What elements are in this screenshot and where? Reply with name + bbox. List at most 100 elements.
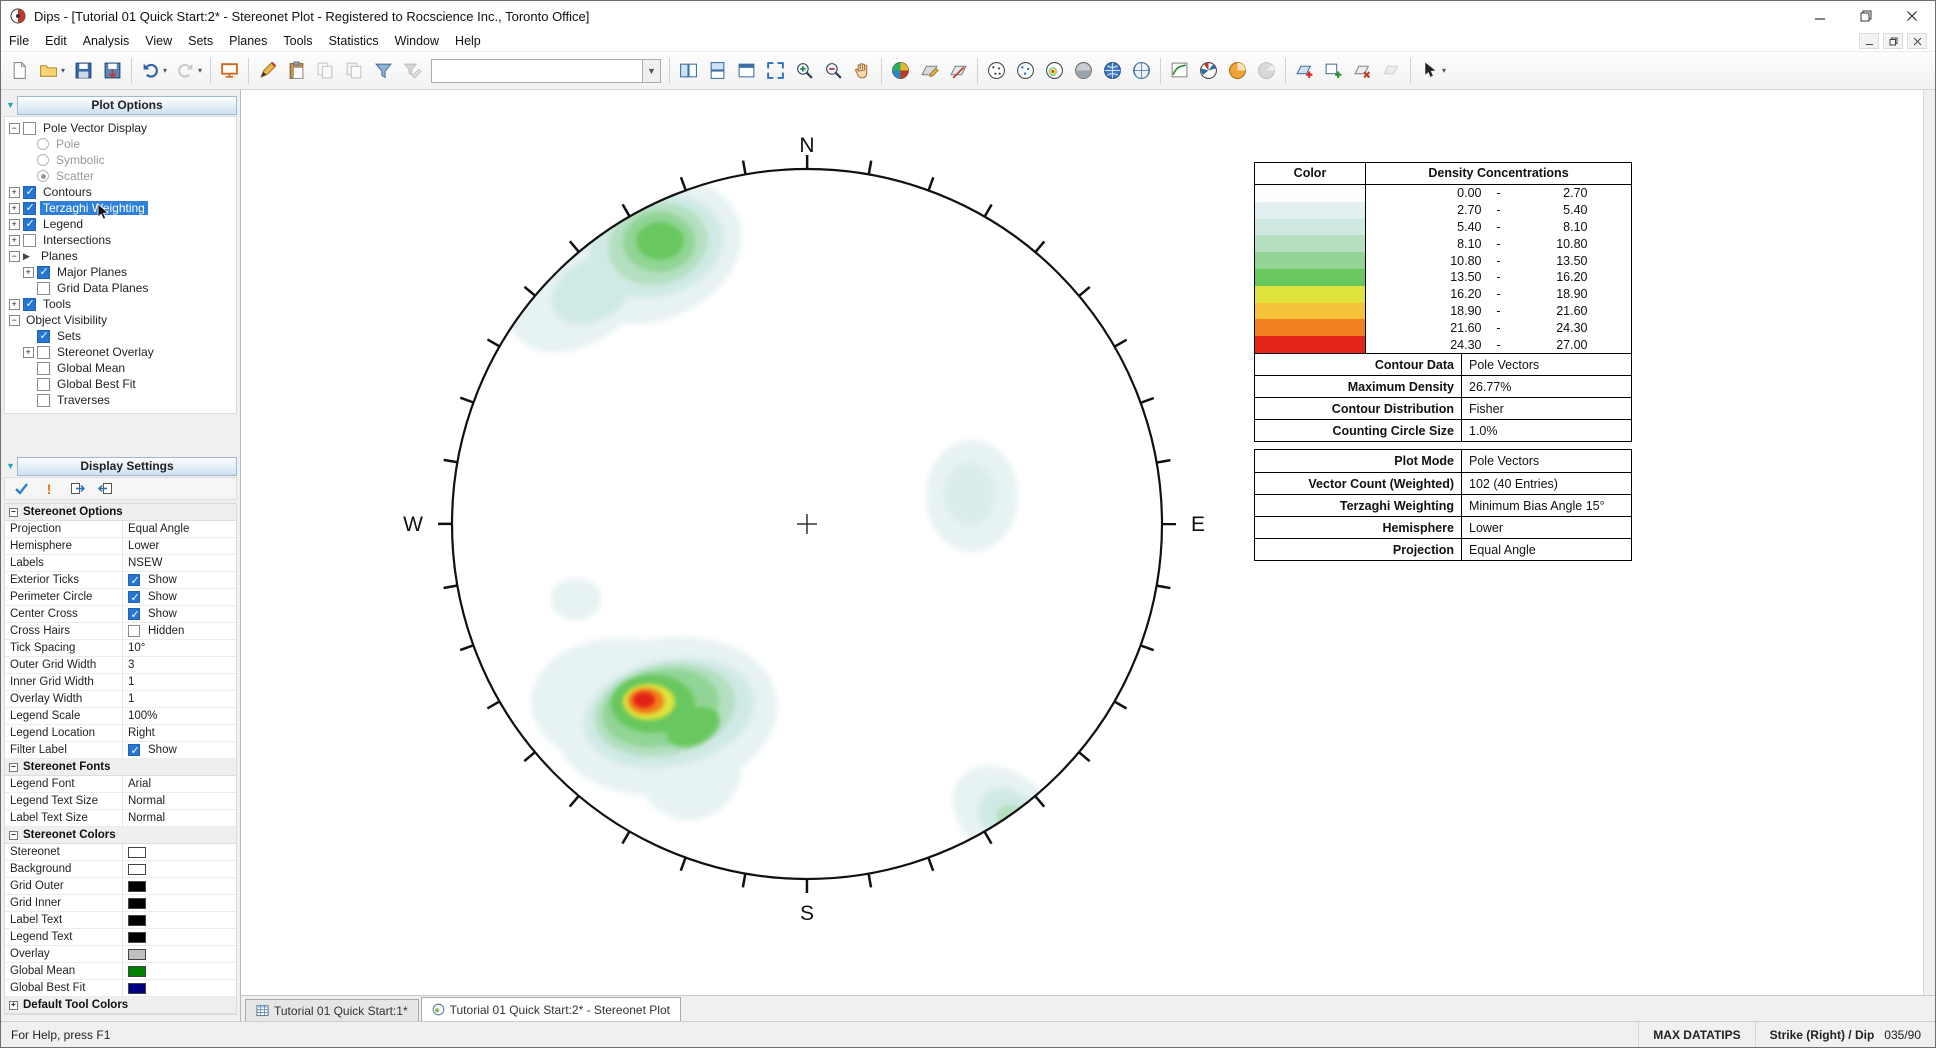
checkbox[interactable] xyxy=(37,393,50,407)
expander-icon[interactable] xyxy=(23,346,34,358)
pie-chart-button[interactable] xyxy=(1223,56,1252,85)
undo-dropdown-arrow[interactable]: ▾ xyxy=(163,66,171,75)
menu-sets[interactable]: Sets xyxy=(180,33,221,49)
zoom-out-button[interactable] xyxy=(819,56,848,85)
menu-edit[interactable]: Edit xyxy=(37,33,75,49)
checkbox[interactable] xyxy=(23,233,36,247)
tree-item-global-mean[interactable]: Global Mean xyxy=(9,360,236,376)
rosette-plot-button[interactable] xyxy=(1194,56,1223,85)
prop-row-stereonet-color[interactable]: Stereonet xyxy=(5,844,236,861)
radio-button[interactable] xyxy=(37,138,49,150)
checkbox[interactable] xyxy=(23,201,36,215)
open-dropdown-arrow[interactable]: ▾ xyxy=(61,66,69,75)
expander-icon[interactable] xyxy=(23,266,34,278)
prop-row-global-mean-color[interactable]: Global Mean xyxy=(5,963,236,980)
color-swatch[interactable] xyxy=(128,965,146,977)
prop-section-stereonet-fonts[interactable]: Stereonet Fonts xyxy=(5,759,236,776)
symbol-filter-combo[interactable]: ▼ xyxy=(431,58,661,83)
mdi-minimize-button[interactable] xyxy=(1859,33,1879,49)
new-view-button[interactable] xyxy=(732,56,761,85)
prop-row-global-best-fit-color[interactable]: Global Best Fit xyxy=(5,980,236,997)
tree-item-global-best-fit[interactable]: Global Best Fit xyxy=(9,376,236,392)
prop-row-center-cross[interactable]: Center CrossShow xyxy=(5,606,236,623)
add-window-button[interactable] xyxy=(1319,56,1348,85)
color-swatch[interactable] xyxy=(128,880,146,892)
prop-row-legend-scale[interactable]: Legend Scale 100% xyxy=(5,708,236,725)
color-swatch[interactable] xyxy=(128,846,146,858)
menu-analysis[interactable]: Analysis xyxy=(75,33,138,49)
expander-icon[interactable] xyxy=(9,234,20,246)
expander-icon[interactable] xyxy=(9,250,20,262)
pie-chart-secondary-button[interactable] xyxy=(1252,56,1281,85)
tree-item-symbolic[interactable]: Symbolic xyxy=(9,152,236,168)
tree-item-sets[interactable]: Sets xyxy=(9,328,236,344)
prop-row-label-text-size[interactable]: Label Text Size Normal xyxy=(5,810,236,827)
checkbox[interactable] xyxy=(37,281,50,295)
edit-pen-button[interactable] xyxy=(253,56,282,85)
zoom-in-button[interactable] xyxy=(790,56,819,85)
collapse-arrow-icon[interactable]: ▼ xyxy=(4,100,17,110)
prop-row-label-text-color[interactable]: Label Text xyxy=(5,912,236,929)
add-plane-button[interactable] xyxy=(1290,56,1319,85)
scatter-plot-button[interactable] xyxy=(1011,56,1040,85)
open-file-button[interactable] xyxy=(34,56,63,85)
menu-file[interactable]: File xyxy=(1,33,37,49)
save-button[interactable] xyxy=(69,56,98,85)
measure-tool-button[interactable] xyxy=(944,56,973,85)
tree-item-planes[interactable]: ▶ Planes xyxy=(9,248,236,264)
prop-row-grid-outer-color[interactable]: Grid Outer xyxy=(5,878,236,895)
import-settings-button[interactable] xyxy=(96,480,114,498)
color-swatch[interactable] xyxy=(128,863,146,875)
prop-row-labels[interactable]: Labels NSEW xyxy=(5,555,236,572)
checkbox[interactable] xyxy=(37,377,50,391)
display-settings-header[interactable]: ▼ Display Settings xyxy=(4,456,237,476)
stereo-sphere-button[interactable] xyxy=(886,56,915,85)
expander-icon[interactable] xyxy=(9,218,20,230)
export-settings-button[interactable] xyxy=(68,480,86,498)
checkbox[interactable] xyxy=(128,608,140,621)
color-swatch[interactable] xyxy=(128,931,146,943)
color-swatch[interactable] xyxy=(128,914,146,926)
tree-item-contours[interactable]: Contours xyxy=(9,184,236,200)
filter-button[interactable] xyxy=(369,56,398,85)
vertical-scrollbar[interactable] xyxy=(1923,90,1935,995)
grid-globe-button[interactable] xyxy=(1127,56,1156,85)
expander-icon[interactable] xyxy=(9,122,20,134)
menu-view[interactable]: View xyxy=(137,33,180,49)
pole-plot-button[interactable] xyxy=(982,56,1011,85)
tree-item-scatter[interactable]: Scatter xyxy=(9,168,236,184)
menu-help[interactable]: Help xyxy=(447,33,489,49)
mdi-close-button[interactable] xyxy=(1907,33,1927,49)
gray-sphere-button[interactable] xyxy=(1069,56,1098,85)
checkbox[interactable] xyxy=(37,265,50,279)
add-plane-tool-button[interactable] xyxy=(915,56,944,85)
prop-row-legend-font[interactable]: Legend Font Arial xyxy=(5,776,236,793)
tree-item-legend[interactable]: Legend xyxy=(9,216,236,232)
prop-row-hemisphere[interactable]: Hemisphere Lower xyxy=(5,538,236,555)
prop-row-perimeter-circle[interactable]: Perimeter CircleShow xyxy=(5,589,236,606)
checkbox[interactable] xyxy=(128,625,140,637)
prop-row-cross-hairs[interactable]: Cross Hairs Hidden xyxy=(5,623,236,640)
menu-tools[interactable]: Tools xyxy=(275,33,320,49)
tree-item-pole-vector-display[interactable]: Pole Vector Display xyxy=(9,120,236,136)
export-file-button[interactable] xyxy=(98,56,127,85)
checkbox[interactable] xyxy=(23,185,36,199)
expander-icon[interactable] xyxy=(9,202,20,214)
checkbox[interactable] xyxy=(23,297,36,311)
checkbox[interactable] xyxy=(128,591,140,604)
checkbox[interactable] xyxy=(23,217,36,231)
new-file-button[interactable] xyxy=(5,56,34,85)
stereonet-plot[interactable]: N E S W xyxy=(241,90,1923,995)
presentation-button[interactable] xyxy=(215,56,244,85)
contour-plot-button[interactable] xyxy=(1040,56,1069,85)
apply-button[interactable] xyxy=(12,480,30,498)
stereonet-view[interactable]: N E S W Color Density Concentrations 0.0… xyxy=(241,90,1923,995)
tree-item-pole[interactable]: Pole xyxy=(9,136,236,152)
prop-row-projection[interactable]: Projection Equal Angle xyxy=(5,521,236,538)
checkbox[interactable] xyxy=(37,345,50,359)
split-vertical-button[interactable] xyxy=(674,56,703,85)
radio-button[interactable] xyxy=(37,154,49,166)
tree-item-stereonet-overlay[interactable]: Stereonet Overlay xyxy=(9,344,236,360)
mdi-restore-button[interactable] xyxy=(1883,33,1903,49)
split-horizontal-button[interactable] xyxy=(703,56,732,85)
